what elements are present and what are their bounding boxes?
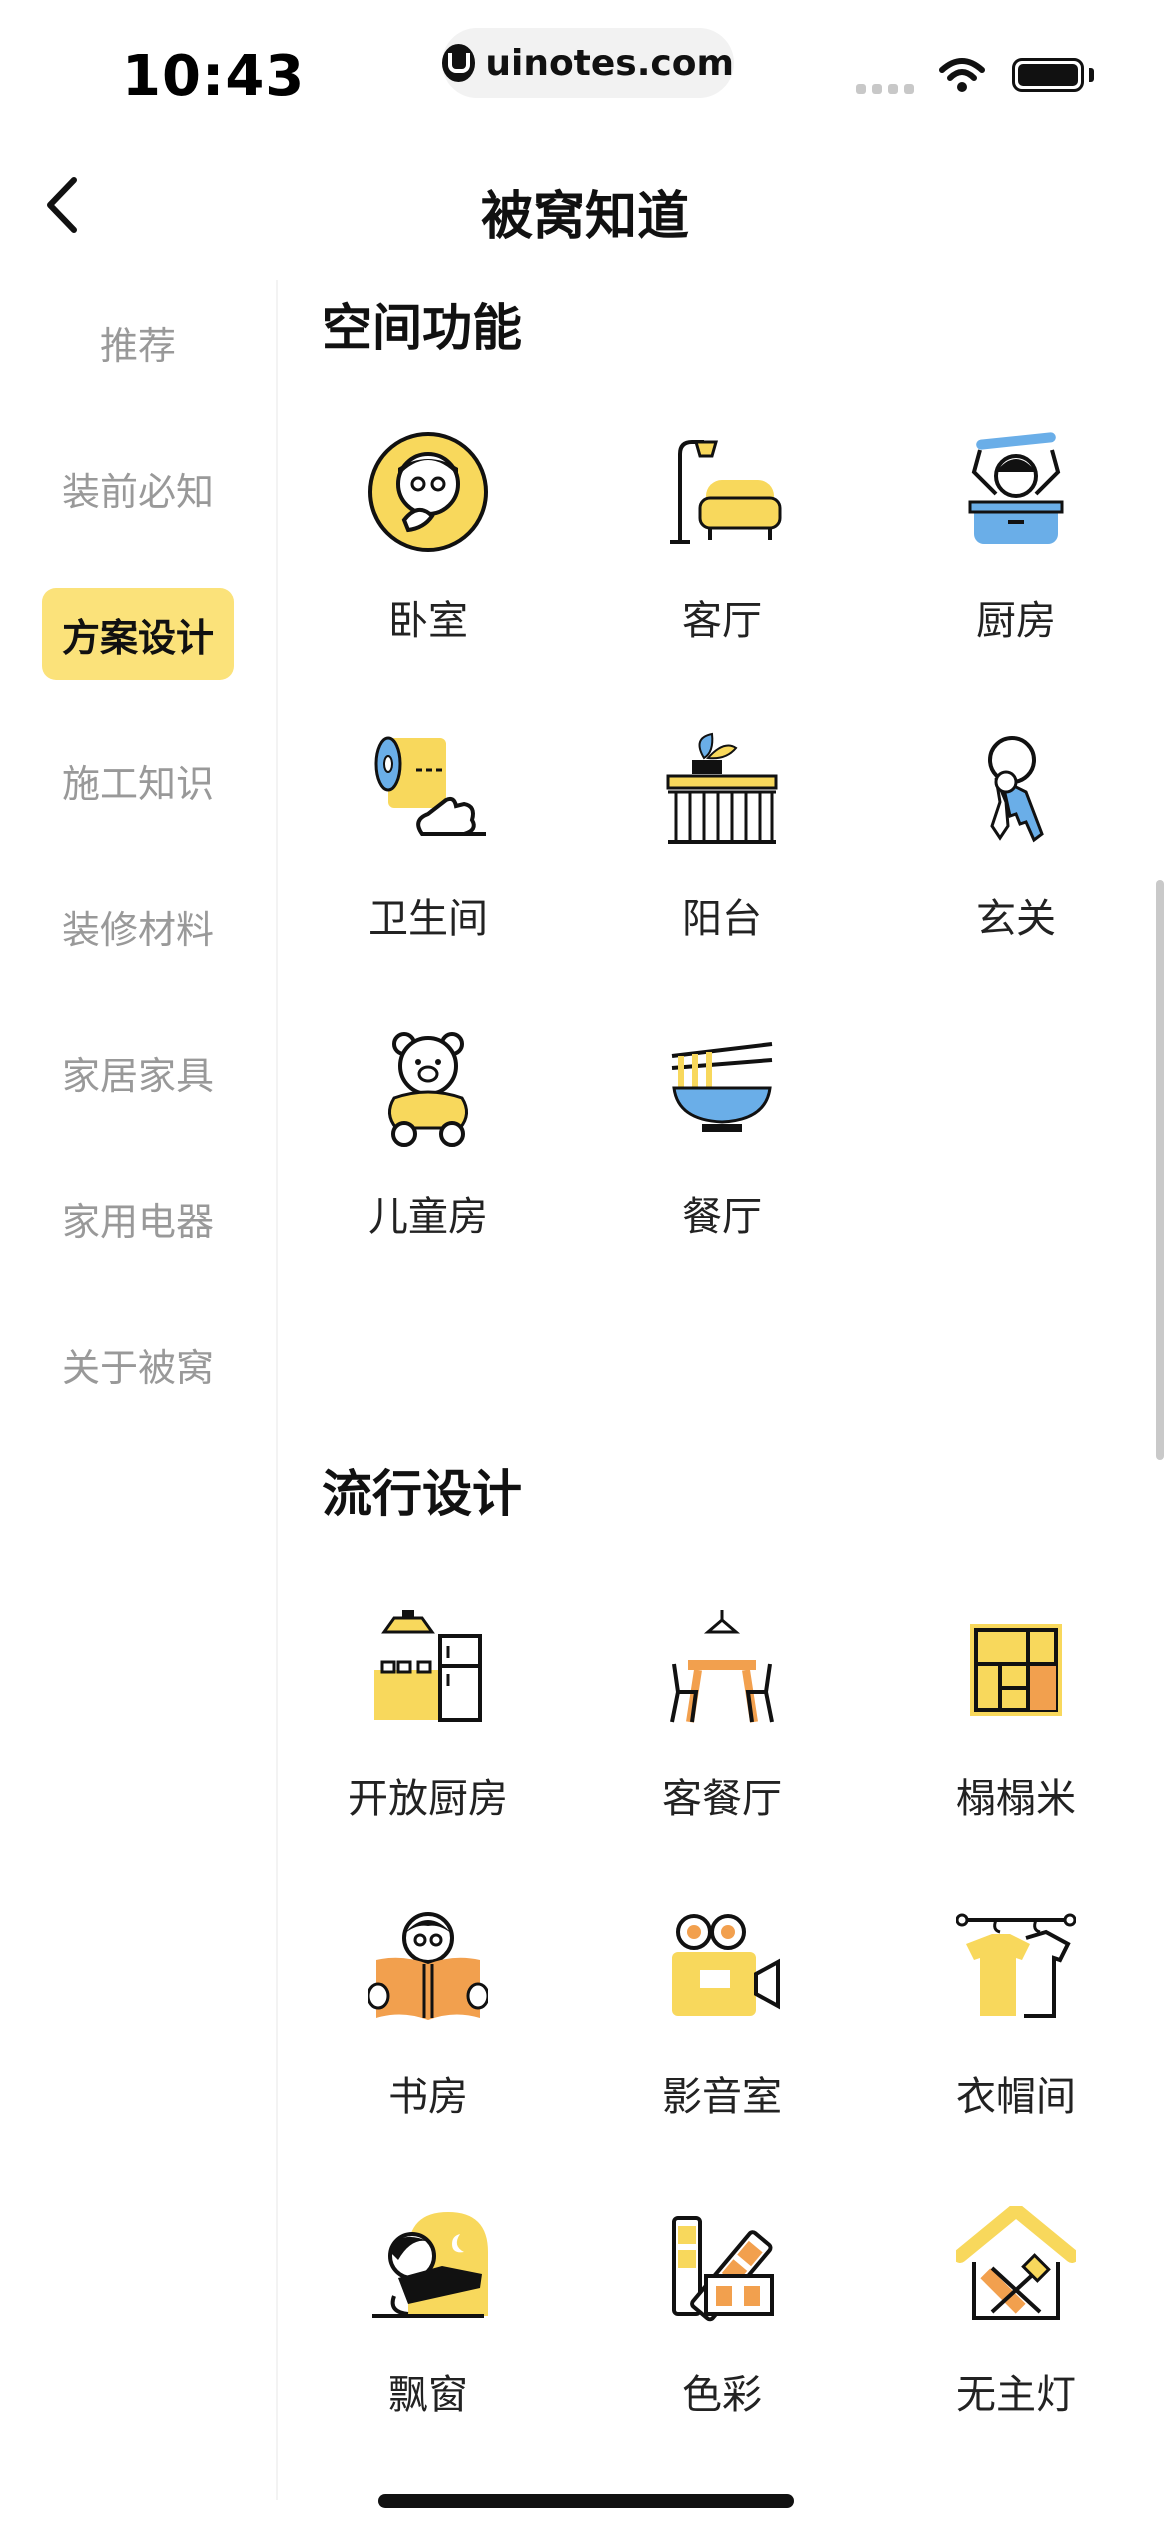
battery-cap <box>1089 68 1094 82</box>
grid-item-kitchen[interactable]: 厨房 <box>886 432 1146 692</box>
open-kitchen-icon <box>374 1610 482 1722</box>
grid-item-cloakroom[interactable]: 衣帽间 <box>886 1908 1146 2168</box>
sidebar-item-furniture[interactable]: 家居家具 <box>42 1026 234 1118</box>
grid-item-bay-window[interactable]: 飘窗 <box>298 2206 558 2466</box>
grid-item-label: 色彩 <box>682 2372 762 2418</box>
grid-item-label: 飘窗 <box>388 2372 468 2418</box>
status-time: 10:43 <box>122 44 306 109</box>
grid-item-label: 无主灯 <box>956 2372 1076 2418</box>
cellular-signal-icon <box>856 84 914 94</box>
section-title-popular-design: 流行设计 <box>322 1465 522 1523</box>
grid-item-label: 书房 <box>388 2074 468 2120</box>
grid-item-label: 影音室 <box>662 2074 782 2120</box>
grid-item-kids-room[interactable]: 儿童房 <box>298 1028 558 1288</box>
grid-item-open-kitchen[interactable]: 开放厨房 <box>298 1610 558 1870</box>
grid-item-label: 餐厅 <box>682 1194 762 1240</box>
sidebar-item-appliances[interactable]: 家用电器 <box>42 1172 234 1264</box>
wifi-icon <box>939 58 985 92</box>
living-room-icon <box>670 440 782 544</box>
grid-item-bathroom[interactable]: 卫生间 <box>298 730 558 990</box>
grid-item-label: 客厅 <box>682 598 762 644</box>
balcony-icon <box>666 732 778 844</box>
no-main-light-icon <box>956 2206 1076 2320</box>
grid-item-dining-room[interactable]: 餐厅 <box>592 1028 852 1288</box>
color-icon <box>672 2216 774 2322</box>
url-text: uinotes.com <box>485 42 734 84</box>
grid-item-theater[interactable]: 影音室 <box>592 1908 852 2168</box>
battery-icon <box>1012 58 1084 92</box>
screen: 10:43 uinotes.com 被窝知道 推荐 装前必知 方案设计 施工知识… <box>0 0 1170 2532</box>
grid-item-tatami[interactable]: 榻榻米 <box>886 1610 1146 1870</box>
bathroom-icon <box>374 736 486 836</box>
study-icon <box>368 1912 488 2020</box>
grid-item-label: 玄关 <box>976 896 1056 942</box>
grid-item-living-dining[interactable]: 客餐厅 <box>592 1610 852 1870</box>
grid-item-balcony[interactable]: 阳台 <box>592 730 852 990</box>
status-bar: 10:43 uinotes.com <box>0 0 1170 140</box>
grid-item-no-main-light[interactable]: 无主灯 <box>886 2206 1146 2466</box>
scrollbar[interactable] <box>1156 880 1164 1460</box>
grid-item-label: 客餐厅 <box>662 1776 782 1822</box>
cloakroom-icon <box>956 1913 1076 2018</box>
sidebar-item-construction[interactable]: 施工知识 <box>42 734 234 826</box>
bedroom-icon <box>368 432 488 552</box>
sidebar-item-about[interactable]: 关于被窝 <box>42 1318 234 1410</box>
sidebar-item-design-plan[interactable]: 方案设计 <box>42 588 234 680</box>
grid-item-entrance[interactable]: 玄关 <box>886 730 1146 990</box>
grid-item-label: 榻榻米 <box>956 1776 1076 1822</box>
kitchen-icon <box>968 432 1064 544</box>
nav-bar: 被窝知道 <box>0 150 1170 260</box>
tatami-icon <box>970 1624 1062 1716</box>
dining-room-icon <box>671 1042 773 1132</box>
grid-item-color[interactable]: 色彩 <box>592 2206 852 2466</box>
grid-item-label: 阳台 <box>682 896 762 942</box>
site-logo-icon <box>442 44 476 82</box>
grid-item-label: 卫生间 <box>368 896 488 942</box>
grid-item-living-room[interactable]: 客厅 <box>592 432 852 692</box>
sidebar-item-recommend[interactable]: 推荐 <box>42 296 234 388</box>
grid-item-label: 卧室 <box>388 598 468 644</box>
grid-item-study[interactable]: 书房 <box>298 1908 558 2168</box>
living-dining-icon <box>670 1610 774 1723</box>
home-indicator[interactable] <box>378 2494 794 2508</box>
bay-window-icon <box>372 2212 488 2318</box>
kids-room-icon <box>388 1032 468 1147</box>
url-pill[interactable]: uinotes.com <box>442 28 734 98</box>
grid-item-label: 厨房 <box>976 598 1056 644</box>
grid-item-label: 开放厨房 <box>348 1776 508 1822</box>
page-title: 被窝知道 <box>480 187 689 247</box>
sidebar-item-pre-renovation[interactable]: 装前必知 <box>42 442 234 534</box>
theater-icon <box>672 1914 780 2016</box>
grid-item-bedroom[interactable]: 卧室 <box>298 432 558 692</box>
grid-item-label: 衣帽间 <box>956 2074 1076 2120</box>
entrance-icon <box>988 736 1044 843</box>
grid-item-label: 儿童房 <box>368 1194 488 1240</box>
category-sidebar: 推荐 装前必知 方案设计 施工知识 装修材料 家居家具 家用电器 关于被窝 <box>0 280 278 2500</box>
section-title-space-function: 空间功能 <box>322 299 522 357</box>
sidebar-item-materials[interactable]: 装修材料 <box>42 880 234 972</box>
